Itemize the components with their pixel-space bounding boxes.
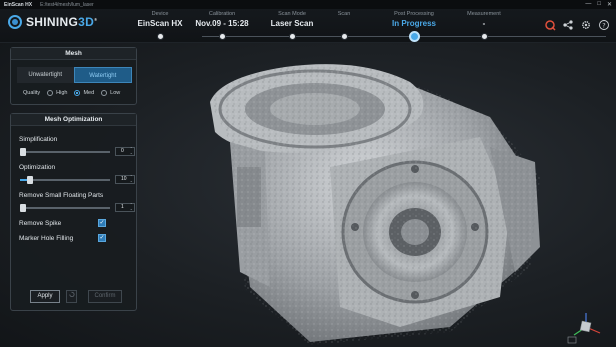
- 3d-viewport[interactable]: Mesh Unwatertight Watertight Quality Hig…: [0, 43, 616, 347]
- step-calibration[interactable]: Calibration Nov.09 - 15:28: [182, 11, 262, 40]
- simplification-label: Simplification: [19, 136, 58, 143]
- window-app-name: EinScan HX: [4, 1, 33, 8]
- svg-text:?: ?: [602, 21, 605, 29]
- quality-label: Quality: [23, 90, 41, 96]
- logo-icon: [8, 15, 22, 29]
- step-dot-active[interactable]: [408, 31, 420, 42]
- simplification-spinbox[interactable]: 0: [115, 147, 135, 156]
- window-title-bar: EinScan HX E:/test4/mesh/lum_laser — □ ✕: [0, 0, 616, 9]
- brand-logo: SHINING3D®: [8, 15, 97, 29]
- apply-button[interactable]: Apply: [30, 290, 60, 303]
- unwatertight-option[interactable]: Unwatertight: [17, 67, 74, 83]
- help-icon[interactable]: ?: [598, 19, 610, 31]
- step-dot[interactable]: [218, 33, 226, 40]
- marker-hole-label: Marker Hole Filling: [19, 235, 74, 242]
- floating-parts-label: Remove Small Floating Parts: [19, 192, 104, 199]
- view-orientation-gizmo[interactable]: [566, 309, 606, 345]
- optimization-label: Optimization: [19, 164, 56, 171]
- slider-handle[interactable]: [27, 176, 33, 184]
- step-dot[interactable]: [156, 33, 164, 40]
- scanned-mesh-model[interactable]: [190, 57, 550, 345]
- settings-icon[interactable]: [580, 19, 592, 31]
- top-header: SHINING3D® Device EinScan HX Calibration…: [0, 9, 616, 43]
- step-dot[interactable]: [340, 33, 348, 40]
- floating-parts-slider[interactable]: [20, 204, 110, 212]
- mesh-panel: Mesh Unwatertight Watertight Quality Hig…: [10, 47, 137, 105]
- logo-text: SHINING3D®: [26, 15, 98, 29]
- optimization-slider[interactable]: [20, 176, 110, 184]
- quality-low-label: Low: [110, 90, 121, 96]
- maximize-button[interactable]: □: [597, 1, 601, 8]
- confirm-button[interactable]: Confirm: [88, 290, 122, 303]
- remove-spike-label: Remove Spike: [19, 220, 62, 227]
- quality-selector: Quality High Med Low: [23, 90, 120, 96]
- step-scan[interactable]: Scan: [304, 11, 384, 40]
- undo-icon: [69, 291, 75, 298]
- optimization-spinbox[interactable]: 10: [115, 175, 135, 184]
- slider-handle[interactable]: [20, 204, 26, 212]
- mesh-optimization-panel: Mesh Optimization Simplification 0 Optim…: [10, 113, 137, 311]
- watertight-option[interactable]: Watertight: [73, 67, 132, 83]
- simplification-slider[interactable]: [20, 148, 110, 156]
- step-dot[interactable]: [288, 33, 296, 40]
- undo-button[interactable]: [66, 290, 77, 303]
- step-post-processing[interactable]: Post Processing In Progress: [374, 11, 454, 42]
- window-file-path: E:/test4/mesh/lum_laser: [40, 1, 94, 8]
- share-icon[interactable]: [562, 19, 574, 31]
- mesh-panel-title: Mesh: [11, 48, 136, 60]
- quality-low-radio[interactable]: [101, 90, 108, 96]
- header-toolbar: ?: [544, 19, 610, 31]
- optimization-panel-title: Mesh Optimization: [11, 114, 136, 126]
- close-button[interactable]: ✕: [607, 1, 612, 8]
- window-controls: — □ ✕: [585, 1, 612, 8]
- slider-handle[interactable]: [20, 148, 26, 156]
- floating-parts-spinbox[interactable]: 1: [115, 203, 135, 212]
- quality-high-radio[interactable]: [47, 90, 54, 96]
- marker-hole-checkbox[interactable]: ✓: [98, 234, 106, 242]
- quality-med-radio[interactable]: [74, 90, 81, 96]
- minimize-button[interactable]: —: [585, 1, 591, 8]
- workflow-steps: Device EinScan HX Calibration Nov.09 - 1…: [120, 9, 606, 43]
- step-measurement[interactable]: Measurement -: [444, 11, 524, 40]
- remove-spike-checkbox[interactable]: ✓: [98, 219, 106, 227]
- quality-med-label: Med: [83, 90, 95, 96]
- step-dot[interactable]: [480, 33, 488, 40]
- watertight-toggle: Unwatertight Watertight: [17, 67, 132, 83]
- tools-icon[interactable]: [544, 19, 556, 31]
- quality-high-label: High: [56, 90, 68, 96]
